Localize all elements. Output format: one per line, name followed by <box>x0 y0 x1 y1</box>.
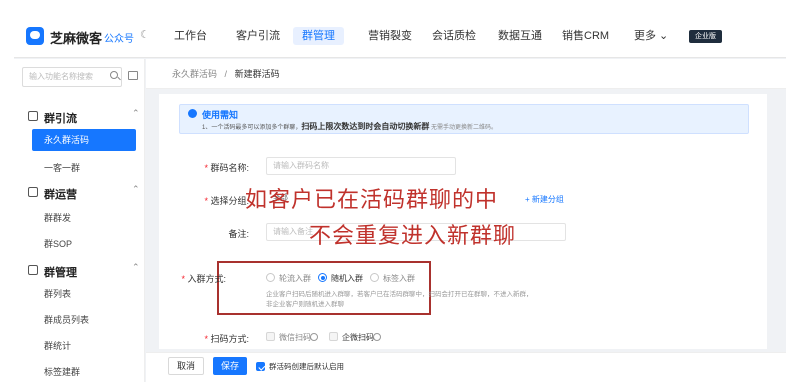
group-operations-icon <box>28 187 38 197</box>
annotation-line-2: 不会重复进入新群聊 <box>309 224 517 249</box>
sidebar-item-group-sop[interactable]: 群SOP <box>44 237 72 250</box>
chevron-up-icon: ⌃ <box>132 184 140 194</box>
join-mode-tag-label: 标签入群 <box>383 274 415 283</box>
sidebar-group-operations[interactable]: 群运营 ⌃ <box>14 183 145 203</box>
usage-notice: 使用需知 1、一个活码最多可以添加多个群聊，扫码上限次数达到时会自动切换新群 无… <box>179 104 749 134</box>
nav-more[interactable]: 更多 ⌄ <box>634 14 668 58</box>
chevron-up-icon: ⌃ <box>132 262 140 272</box>
nav-marketing-fission[interactable]: 营销裂变 <box>368 14 412 58</box>
save-button[interactable]: 保存 <box>213 357 247 375</box>
breadcrumb-current: 新建群活码 <box>234 69 280 79</box>
theme-toggle-icon[interactable]: ☾ <box>140 28 150 41</box>
join-mode-rotate-radio[interactable] <box>266 273 275 282</box>
breadcrumb-parent[interactable]: 永久群活码 <box>172 69 217 79</box>
group-code-name-label: * 群码名称: <box>204 163 249 173</box>
nav-data-interop[interactable]: 数据互通 <box>498 14 542 58</box>
join-mode-tag-radio[interactable] <box>370 273 379 282</box>
sidebar: 输入功能名称搜索 群引流 ⌃ 永久群活码 一客一群 群运营 ⌃ 群群发 群SOP… <box>14 59 145 382</box>
sidebar-item-group-member-list[interactable]: 群成员列表 <box>44 313 89 326</box>
nav-sales-crm[interactable]: 销售CRM <box>562 14 609 58</box>
new-group-link[interactable]: + 新建分组 <box>525 194 564 205</box>
form-panel: 使用需知 1、一个活码最多可以添加多个群聊，扫码上限次数达到时会自动切换新群 无… <box>159 94 767 349</box>
sidebar-group-management[interactable]: 群管理 ⌃ <box>14 261 145 281</box>
sidebar-item-one-customer-one-group[interactable]: 一客一群 <box>44 161 80 174</box>
brand-subtitle: 公众号 <box>104 34 134 45</box>
sidebar-item-group-broadcast[interactable]: 群群发 <box>44 211 71 224</box>
brand-logo-icon <box>26 27 44 45</box>
nav-customer-acquisition[interactable]: 客户引流 <box>236 14 280 58</box>
notice-text: 1、一个活码最多可以添加多个群聊，扫码上限次数达到时会自动切换新群 无需手动更换… <box>202 122 498 131</box>
nav-group-management[interactable]: 群管理 <box>293 14 344 58</box>
group-acquisition-icon <box>28 111 38 121</box>
sidebar-item-tag-group[interactable]: 标签建群 <box>44 365 80 378</box>
enable-by-default-checkbox[interactable] <box>256 362 265 371</box>
sidebar-item-permanent-group-code[interactable]: 永久群活码 <box>32 129 136 151</box>
enable-by-default-label: 群活码创建后默认启用 <box>269 362 344 371</box>
join-mode-random-radio[interactable] <box>318 273 327 282</box>
join-mode-rotate-label: 轮流入群 <box>279 274 311 283</box>
enterprise-badge: 企业版 <box>689 30 722 43</box>
group-code-name-input[interactable]: 请输入群码名称 <box>266 157 456 175</box>
annotation-line-1: 如客户已在活码群聊的中 <box>245 188 499 213</box>
form-footer: 取消 保存 群活码创建后默认启用 <box>146 352 786 382</box>
sidebar-item-group-list[interactable]: 群列表 <box>44 287 71 300</box>
breadcrumb: 永久群活码 / 新建群活码 <box>146 59 786 89</box>
breadcrumb-separator: / <box>224 69 228 79</box>
brand-name: 芝麻微客 <box>50 31 103 46</box>
app-window: 芝麻微客 公众号 ☾ 工作台 客户引流 群管理 营销裂变 会话质检 数据互通 销… <box>14 14 786 382</box>
join-mode-random-label: 随机入群 <box>331 274 363 283</box>
notice-title: 使用需知 <box>202 110 239 120</box>
chevron-up-icon: ⌃ <box>132 108 140 118</box>
scan-wechat-checkbox[interactable] <box>266 332 275 341</box>
calendar-icon[interactable] <box>128 71 138 80</box>
nav-session-inspection[interactable]: 会话质检 <box>432 14 476 58</box>
cancel-button[interactable]: 取消 <box>168 357 204 375</box>
scan-wechat-label: 微信扫码 <box>279 333 311 342</box>
scan-wecom-checkbox[interactable] <box>329 332 338 341</box>
sidebar-group-acquisition[interactable]: 群引流 ⌃ <box>14 107 145 127</box>
group-select-label: * 选择分组: <box>204 196 249 206</box>
group-management-icon <box>28 265 38 275</box>
sidebar-search-input[interactable]: 输入功能名称搜索 <box>22 67 122 87</box>
scan-mode-label: * 扫码方式: <box>204 334 249 344</box>
nav-workbench[interactable]: 工作台 <box>174 14 207 58</box>
top-navigation-bar: 芝麻微客 公众号 ☾ 工作台 客户引流 群管理 营销裂变 会话质检 数据互通 销… <box>14 14 786 58</box>
sidebar-item-group-stats[interactable]: 群统计 <box>44 339 71 352</box>
help-icon[interactable] <box>373 333 381 341</box>
info-icon <box>188 109 197 118</box>
remark-label: 备注: <box>228 229 249 239</box>
scan-wecom-label: 企微扫码 <box>342 333 374 342</box>
join-mode-label: * 入群方式: <box>181 274 226 284</box>
search-icon[interactable] <box>110 71 118 79</box>
help-icon[interactable] <box>310 333 318 341</box>
join-mode-description: 企业客户扫码后随机进入群聊，若客户已在活码群聊中，扫码会打开已在群聊，不进入新群… <box>266 291 533 308</box>
